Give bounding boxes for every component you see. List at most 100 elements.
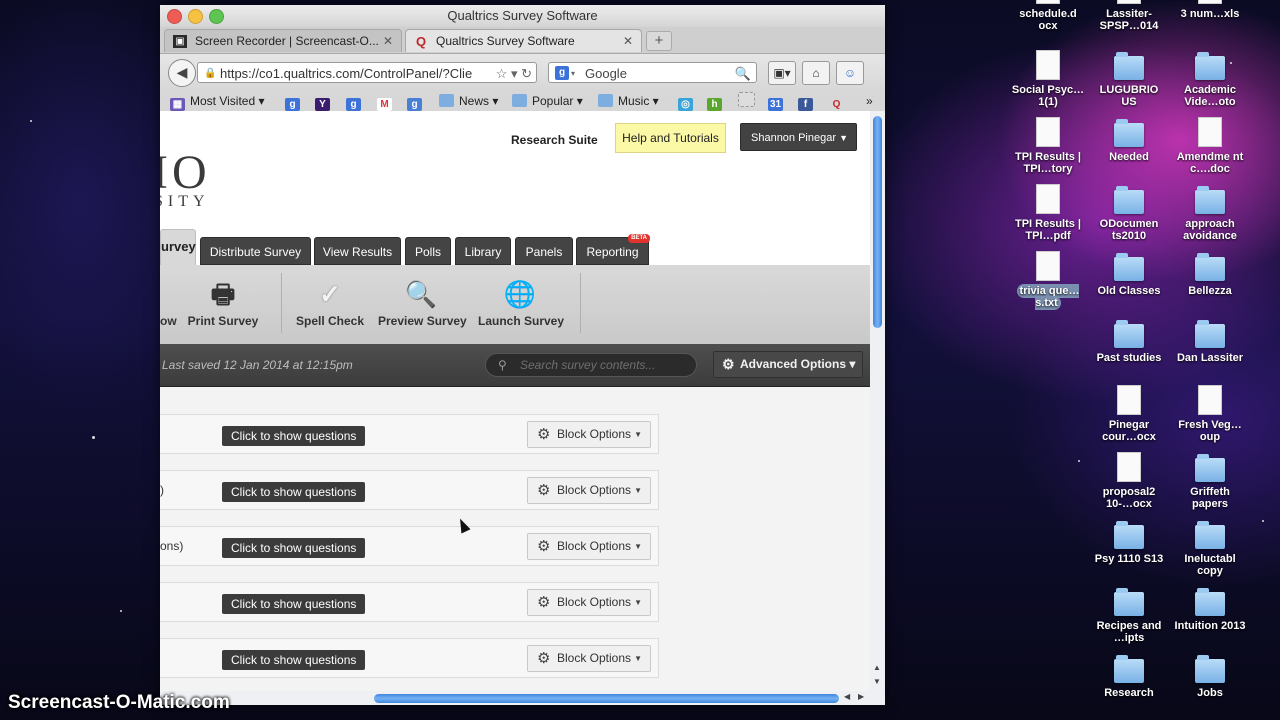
- scholar-icon: g: [407, 98, 422, 111]
- home-icon[interactable]: ⌂: [802, 61, 830, 85]
- desktop-icon[interactable]: proposal2 10-…ocx: [1091, 452, 1167, 510]
- horizontal-scroll-thumb[interactable]: [374, 694, 839, 703]
- vertical-scroll-thumb[interactable]: [873, 116, 882, 328]
- vertical-scrollbar[interactable]: ▲ ▼: [870, 111, 885, 705]
- desktop-icon[interactable]: Recipes and …ipts: [1091, 586, 1167, 644]
- block-options-button[interactable]: ⚙ Block Options ▼: [527, 589, 651, 616]
- scroll-right-arrow-icon[interactable]: ▶: [858, 692, 864, 701]
- block-options-button[interactable]: ⚙ Block Options ▼: [527, 421, 651, 448]
- desktop-icon[interactable]: Intuition 2013: [1172, 586, 1248, 632]
- minimize-window-button[interactable]: [188, 9, 203, 24]
- show-questions-button[interactable]: Click to show questions: [222, 482, 366, 502]
- blank-bookmark-icon[interactable]: [738, 90, 760, 112]
- desktop-icon[interactable]: Social Psyc…1(1): [1010, 50, 1086, 108]
- google-scholar-bookmark-icon[interactable]: g: [407, 90, 427, 112]
- user-menu-button[interactable]: Shannon Pinegar ▼: [740, 123, 857, 151]
- desktop-icon[interactable]: Jobs: [1172, 653, 1248, 699]
- desktop-icon[interactable]: TPI Results | TPI…pdf: [1010, 184, 1086, 242]
- desktop-icon[interactable]: Past studies: [1091, 318, 1167, 364]
- qualtrics-bookmark-icon[interactable]: Q: [829, 90, 849, 112]
- block-options-button[interactable]: ⚙ Block Options ▼: [527, 533, 651, 560]
- desktop-icon[interactable]: Fresh Veg…oup: [1172, 385, 1248, 443]
- screenshot-icon[interactable]: ▣▾: [768, 61, 796, 85]
- desktop-icon[interactable]: Ineluctabl copy: [1172, 519, 1248, 577]
- desktop-icon[interactable]: approach avoidance: [1172, 184, 1248, 242]
- show-questions-button[interactable]: Click to show questions: [222, 426, 366, 446]
- zoom-window-button[interactable]: [209, 9, 224, 24]
- facebook-bookmark-icon[interactable]: f: [798, 90, 818, 112]
- launch-survey-button[interactable]: 🌐 Launch Survey: [478, 277, 564, 328]
- desktop-icon[interactable]: trivia que…s.txt: [1010, 251, 1086, 310]
- tab-reporting[interactable]: Reporting BETA: [576, 234, 650, 265]
- tab-view-results[interactable]: View Results: [314, 237, 401, 265]
- yahoo-bookmark-icon[interactable]: Y: [315, 90, 335, 112]
- desktop-icon[interactable]: Psy 1110 S13: [1091, 519, 1167, 565]
- desktop-icon[interactable]: ODocumen ts2010: [1091, 184, 1167, 242]
- show-questions-button[interactable]: Click to show questions: [222, 538, 366, 558]
- desktop-icon[interactable]: Lassiter-SPSP…014: [1091, 0, 1167, 32]
- desktop-icon[interactable]: Amendme nt c….doc: [1172, 117, 1248, 175]
- account-icon[interactable]: ☺: [836, 61, 864, 85]
- preview-survey-button[interactable]: 🔍 Preview Survey: [378, 277, 467, 328]
- tab-qualtrics[interactable]: Q Qualtrics Survey Software ✕: [405, 29, 642, 52]
- desktop-icon[interactable]: Research: [1091, 653, 1167, 699]
- help-tutorials-button[interactable]: Help and Tutorials: [615, 123, 726, 153]
- tab-edit-survey[interactable]: urvey: [160, 229, 196, 267]
- advanced-options-button[interactable]: ⚙ Advanced Options ▾: [713, 351, 863, 378]
- scroll-up-arrow-icon[interactable]: ▲: [873, 663, 881, 672]
- search-icon[interactable]: 🔍: [735, 63, 751, 84]
- block-options-button[interactable]: ⚙ Block Options ▼: [527, 645, 651, 672]
- spell-check-button[interactable]: ✓ Spell Check: [296, 277, 364, 328]
- tab-library[interactable]: Library: [455, 237, 511, 265]
- survey-search-input[interactable]: ⚲ Search survey contents...: [485, 353, 697, 377]
- tab-distribute-survey[interactable]: Distribute Survey: [200, 237, 311, 265]
- desktop-icon[interactable]: Griffeth papers: [1172, 452, 1248, 510]
- more-bookmarks-icon[interactable]: »: [866, 90, 873, 112]
- bookmark-popular[interactable]: Popular ▾: [512, 90, 583, 112]
- desktop-icon-label: approach avoidance: [1183, 218, 1237, 242]
- desktop-icon[interactable]: Needed: [1091, 117, 1167, 163]
- desktop-icon[interactable]: Old Classes: [1091, 251, 1167, 297]
- calendar-bookmark-icon[interactable]: 31: [768, 90, 788, 112]
- desktop-icon[interactable]: Pinegar cour…ocx: [1091, 385, 1167, 443]
- bookmark-most-visited[interactable]: ▦ Most Visited ▾: [170, 90, 265, 112]
- close-window-button[interactable]: [167, 9, 182, 24]
- scroll-down-arrow-icon[interactable]: ▼: [873, 677, 881, 686]
- back-button[interactable]: ◀: [168, 59, 196, 87]
- google-bookmark-icon[interactable]: g: [346, 90, 366, 112]
- block-options-button[interactable]: ⚙ Block Options ▼: [527, 477, 651, 504]
- gmail-bookmark-icon[interactable]: M: [377, 90, 397, 112]
- new-tab-button[interactable]: +: [646, 31, 672, 51]
- desktop-icon[interactable]: TPI Results | TPI…tory: [1010, 117, 1086, 175]
- desktop-icon[interactable]: schedule.d ocx: [1010, 0, 1086, 32]
- bookmark-star-icon[interactable]: ☆ ▾ ↻: [491, 63, 532, 82]
- bookmark-news[interactable]: News ▾: [439, 90, 498, 112]
- h-icon: h: [707, 98, 722, 111]
- search-bar[interactable]: g ▾ Google 🔍: [548, 62, 757, 83]
- toolbar-item-partial[interactable]: ow: [160, 277, 177, 328]
- desktop-icon[interactable]: LUGUBRIO US: [1091, 50, 1167, 108]
- houzz-bookmark-icon[interactable]: h: [707, 90, 727, 112]
- close-tab-icon[interactable]: ✕: [383, 30, 393, 52]
- checkmark-icon: ✓: [319, 279, 341, 309]
- desktop-icon[interactable]: Bellezza: [1172, 251, 1248, 297]
- tab-polls[interactable]: Polls: [405, 237, 451, 265]
- research-suite-link[interactable]: Research Suite: [511, 133, 598, 147]
- url-bar[interactable]: 🔒 https://co1.qualtrics.com/ControlPanel…: [197, 62, 537, 83]
- show-questions-button[interactable]: Click to show questions: [222, 650, 366, 670]
- bookmark-music[interactable]: Music ▾: [598, 90, 659, 112]
- tab-screen-recorder[interactable]: ▣ Screen Recorder | Screencast-O... ✕: [164, 29, 402, 52]
- desktop-icon[interactable]: 3 num…xls: [1172, 0, 1248, 20]
- close-tab-icon[interactable]: ✕: [623, 30, 633, 52]
- google-bookmark-icon[interactable]: g: [285, 90, 305, 112]
- tab-panels[interactable]: Panels: [515, 237, 573, 265]
- site-bookmark-icon[interactable]: ◎: [678, 90, 698, 112]
- desktop-icon[interactable]: Academic Vide…oto: [1172, 50, 1248, 108]
- print-survey-button[interactable]: 🖶 Print Survey: [187, 277, 259, 328]
- globe-icon: ◎: [678, 98, 693, 111]
- show-questions-button[interactable]: Click to show questions: [222, 594, 366, 614]
- desktop-icon[interactable]: Dan Lassiter: [1172, 318, 1248, 364]
- search-engine-dropdown-icon[interactable]: ▾: [571, 63, 575, 84]
- scroll-left-arrow-icon[interactable]: ◀: [844, 692, 850, 701]
- horizontal-scrollbar[interactable]: ◀ ▶: [160, 691, 870, 705]
